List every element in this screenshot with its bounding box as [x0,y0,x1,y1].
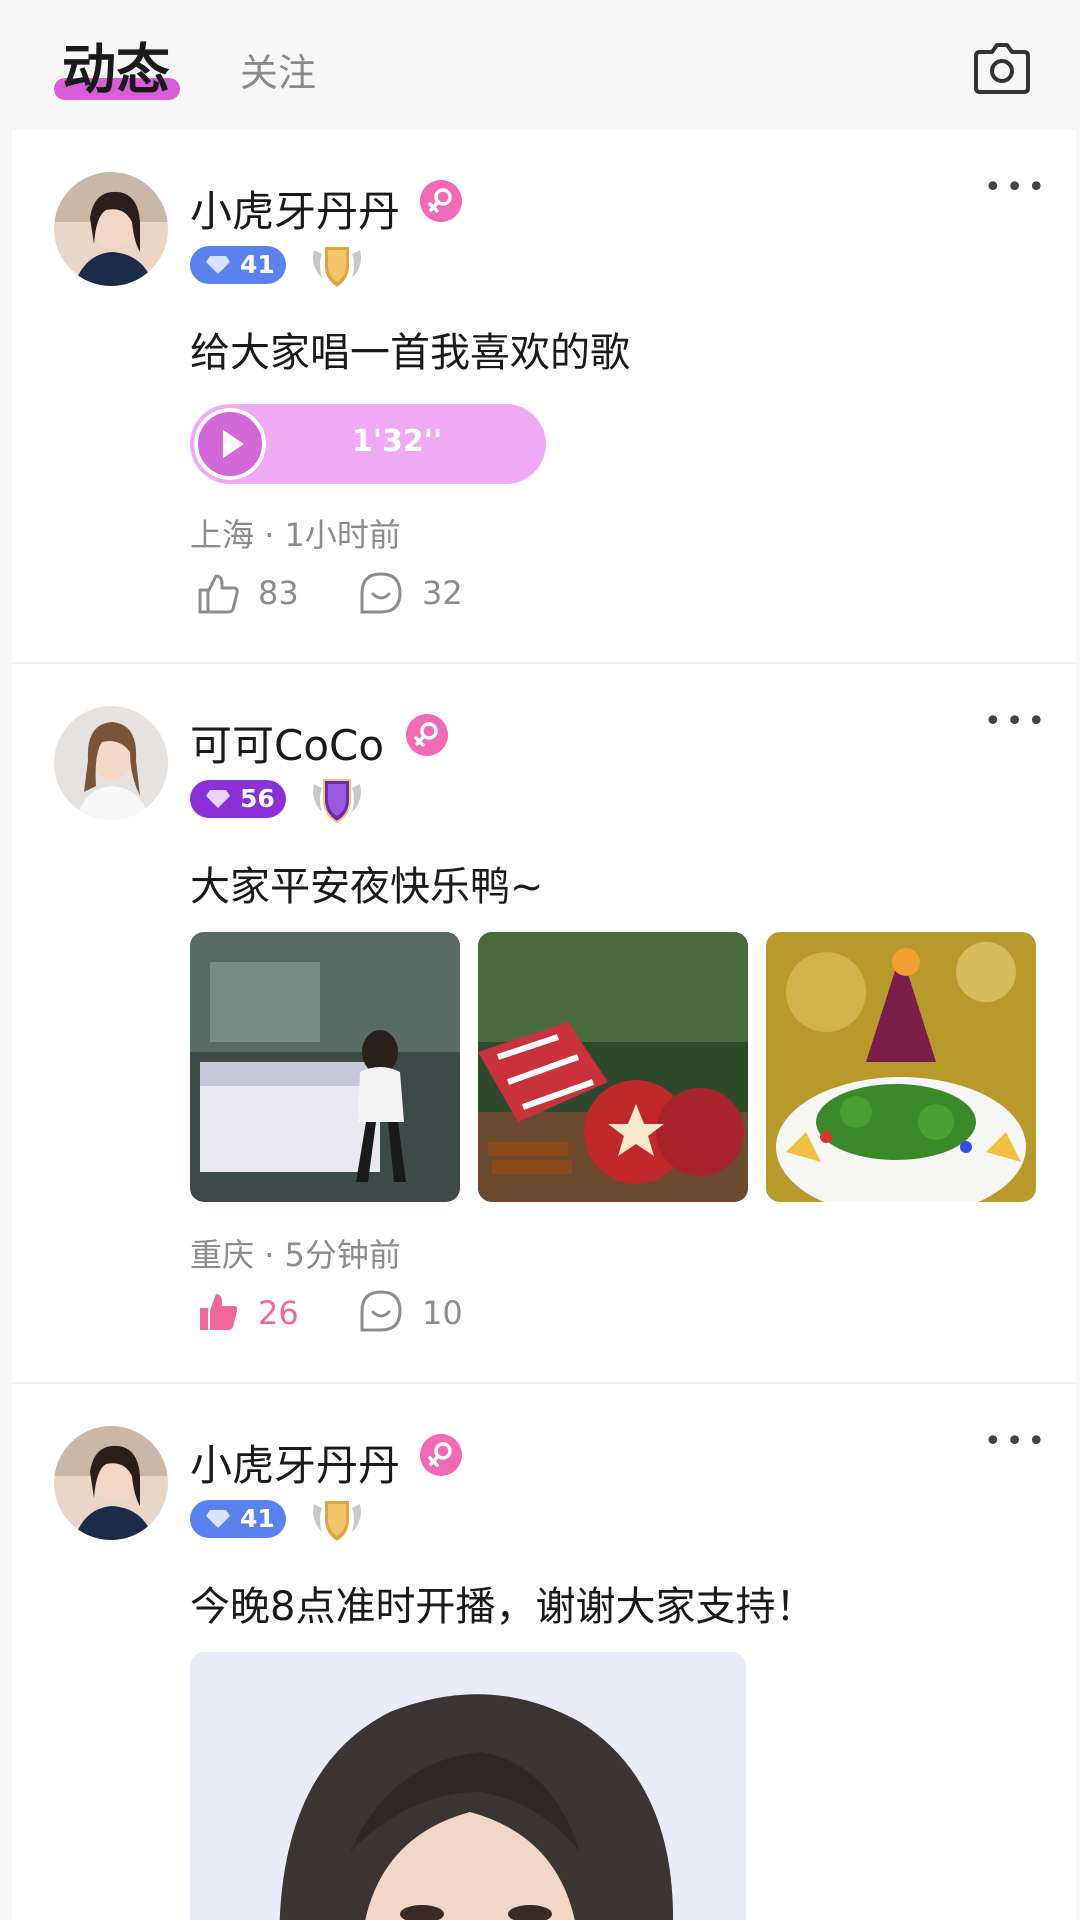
level-badge: 56 [190,780,286,818]
top-bar: 动态 关注 [12,0,1076,130]
shield-badge-icon [313,1499,361,1544]
like-count: 83 [258,574,299,612]
location: 上海 [190,516,255,554]
username[interactable]: 小虎牙丹丹 [190,1432,400,1493]
female-icon [420,180,462,222]
comment-icon[interactable] [358,570,404,616]
post-photo[interactable] [766,932,1036,1202]
diamond-icon [206,256,230,274]
feed-screen: 动态 关注 小虎牙丹丹 ••• 41 给大家唱一首我喜欢的歌 1'32'' 上海… [12,0,1076,1920]
tab-moments[interactable]: 动态 [62,25,170,104]
diamond-icon [206,790,230,808]
voice-message-player[interactable]: 1'32'' [190,404,546,484]
avatar[interactable] [54,1426,168,1540]
female-icon [406,714,448,756]
post-card[interactable]: 小虎牙丹丹 ••• 41 今晚8点准时开播，谢谢大家支持！ [12,1384,1076,1920]
post-text: 大家平安夜快乐鸭~ [190,864,544,910]
username[interactable]: 可可CoCo [190,712,384,773]
more-options-icon[interactable]: ••• [984,170,1049,205]
post-photo[interactable] [190,932,460,1202]
comment-count: 32 [422,574,463,612]
comment-count: 10 [422,1294,463,1332]
location: 重庆 [190,1236,255,1274]
post-text: 今晚8点准时开播，谢谢大家支持！ [190,1584,816,1630]
female-icon [420,1434,462,1476]
post-time: 1小时前 [284,516,401,554]
more-options-icon[interactable]: ••• [984,704,1049,739]
like-count: 26 [258,1294,299,1332]
play-icon [223,430,244,458]
post-photo[interactable] [478,932,748,1202]
post-card[interactable]: 小虎牙丹丹 ••• 41 给大家唱一首我喜欢的歌 1'32'' 上海 · 1小时… [12,130,1076,664]
more-options-icon[interactable]: ••• [984,1424,1049,1459]
post-card[interactable]: 可可CoCo ••• 56 大家平安夜快乐鸭~ 重庆 · 5分钟前 26 10 [12,664,1076,1382]
username[interactable]: 小虎牙丹丹 [190,178,400,239]
tab-following[interactable]: 关注 [240,42,316,97]
level-badge: 41 [190,246,286,284]
post-time: 5分钟前 [284,1236,401,1274]
meta-separator: · [264,1236,275,1274]
play-button[interactable] [194,408,266,480]
shield-badge-icon [313,245,361,290]
shield-badge-icon [313,779,361,824]
post-photo[interactable] [190,1652,746,1920]
post-meta: 重庆 · 5分钟前 [190,1230,401,1276]
post-meta: 上海 · 1小时前 [190,510,401,556]
meta-separator: · [264,516,275,554]
level-badge: 41 [190,1500,286,1538]
avatar[interactable] [54,706,168,820]
comment-icon[interactable] [358,1288,404,1334]
audio-duration: 1'32'' [352,424,443,459]
post-text: 给大家唱一首我喜欢的歌 [190,330,630,376]
avatar[interactable] [54,172,168,286]
like-icon-active[interactable] [194,1288,240,1334]
camera-icon[interactable] [972,38,1032,96]
diamond-icon [206,1510,230,1528]
like-icon[interactable] [194,570,240,616]
